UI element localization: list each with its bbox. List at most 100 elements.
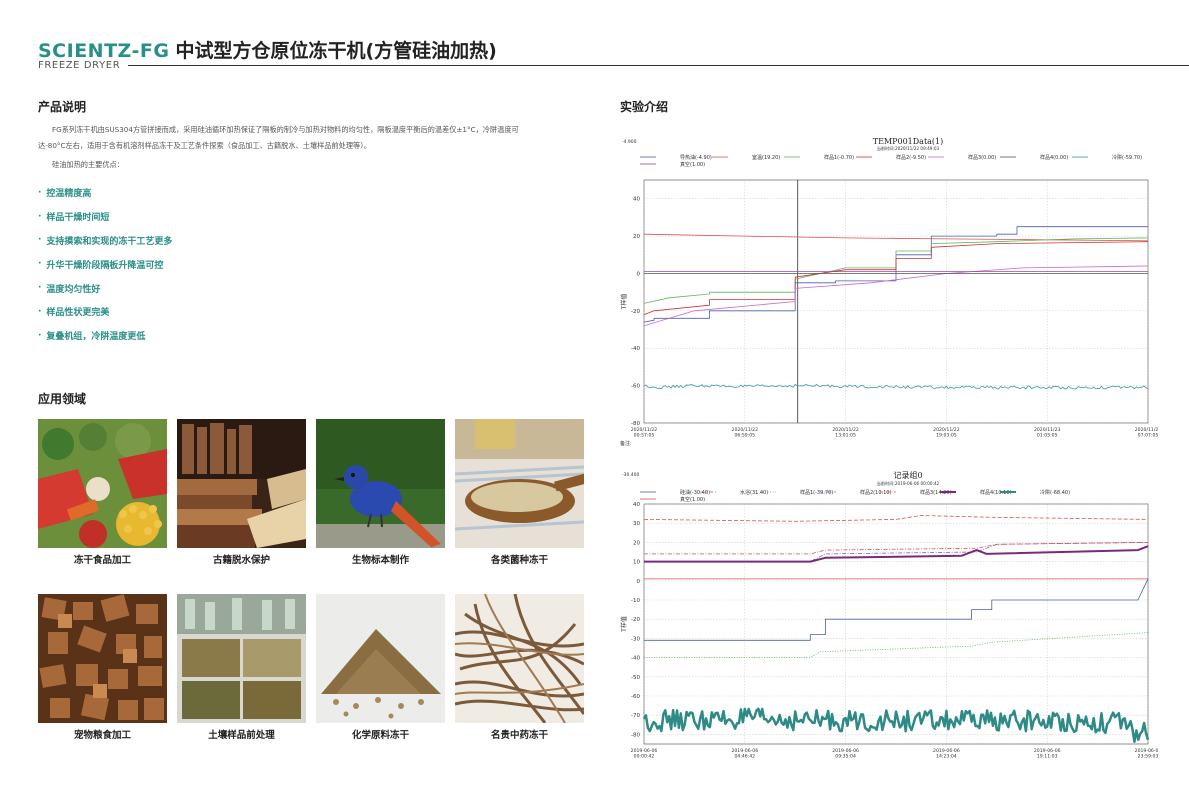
y-tick-label: -30 <box>631 636 640 642</box>
corner-label: -4.900 <box>622 139 637 145</box>
x-tick-label: 2020/11/23 <box>1135 427 1158 433</box>
x-tick-label: 23:59:03 <box>1138 754 1158 760</box>
y-tick-label: -70 <box>631 713 640 719</box>
series-line <box>644 632 1149 658</box>
x-tick-label: 2020/11/22 <box>933 427 960 433</box>
x-tick-label: 2019-06-06 <box>1135 748 1158 754</box>
application-tile-ancient-books: 古籍脱水保护 <box>177 419 306 566</box>
series-line <box>643 233 1149 242</box>
x-tick-label: 2019-06-06 <box>832 748 859 754</box>
application-tile-frozen-food: 冻干食品加工 <box>38 419 167 566</box>
y-tick-label: 0 <box>637 271 641 277</box>
herbal-roots-image <box>455 594 584 723</box>
legend-label: 室温(19.20) <box>752 154 780 161</box>
y-tick-label: -80 <box>631 421 640 427</box>
legend-label: 冷阱(-68.40) <box>1040 489 1070 496</box>
y-tick-label: -20 <box>631 309 640 315</box>
legend-label: 真空(1.00) <box>680 496 705 503</box>
feature-list: · 控温精度高 · 样品干燥时间短 · 支持摸索和实现的冻干工艺更多 · 升华干燥阶段隔… <box>38 181 172 348</box>
legend-label: 硅油(-30.40) <box>680 489 710 496</box>
application-tile-herbs: 名贵中药冻干 <box>455 594 584 741</box>
feature-item: · 复叠机组，冷阱温度更低 <box>38 330 146 343</box>
application-caption: 宠物粮食加工 <box>73 730 131 741</box>
feature-item: · 升华干燥阶段隔板升降温可控 <box>38 259 164 271</box>
x-tick-label: 2019-06-06 <box>1034 748 1061 754</box>
x-tick-label: 04:46:42 <box>734 754 755 760</box>
application-tile-biospecimen: 生物标本制作 <box>316 419 445 566</box>
y-axis-label: T样值 <box>620 616 628 633</box>
advantages-intro: 硅油加热的主要优点： <box>52 160 124 169</box>
series-line <box>643 384 1149 390</box>
product-paragraph-line1: FG系列冻干机由SUS304方管拼接而成，采用硅油循环加热保证了隔板的制冷与加热… <box>52 125 519 134</box>
legend-label: 冷阱(-59.70) <box>1112 154 1142 161</box>
x-tick-label: 2020/11/23 <box>1034 427 1061 433</box>
page-subtitle: FREEZE DRYER <box>38 60 121 71</box>
y-tick-label: -10 <box>631 598 640 604</box>
x-tick-label: 2019-06-06 <box>933 748 960 754</box>
bullet-icon: · <box>38 283 42 294</box>
x-tick-label: 19:11:03 <box>1037 754 1058 760</box>
application-caption: 化学原料冻干 <box>351 730 409 741</box>
application-caption: 名贵中药冻干 <box>490 730 548 741</box>
page-title: 中试型方仓原位冻干机(方管硅油加热) <box>175 40 497 62</box>
pet-food-image <box>38 594 167 723</box>
legend-label: 样品4(0.00) <box>1040 154 1068 161</box>
y-tick-label: -40 <box>631 656 640 662</box>
series-line <box>643 515 1149 522</box>
blue-bird-image <box>316 419 445 548</box>
soil-samples-image <box>177 594 306 723</box>
legend-label: 样品2(-9.50) <box>896 154 926 161</box>
y-tick-label: -80 <box>631 732 640 738</box>
y-tick-label: -60 <box>631 384 640 390</box>
application-tile-soil: 土壤样品前处理 <box>177 594 306 741</box>
y-tick-label: 20 <box>633 234 640 240</box>
x-tick-label: 14:23:04 <box>936 754 957 760</box>
page-header: SCIENTZ-FG 中试型方仓原位冻干机(方管硅油加热) FREEZE DRY… <box>38 36 1189 76</box>
x-tick-label: 2020/11/22 <box>631 427 658 433</box>
x-tick-label: 13:01:05 <box>835 433 856 439</box>
temp-chart-2: -30.400 记录组0 当前时间:2019-06-06 00:00:42 硅油(-3… <box>618 468 1158 768</box>
x-tick-label: 19:03:05 <box>936 433 957 439</box>
series-line <box>642 707 1150 744</box>
feature-item: · 样品性状更完美 <box>38 306 110 319</box>
bullet-icon: · <box>38 330 42 341</box>
application-tile-strains: 各类菌种冻干 <box>455 419 584 566</box>
legend-label: 样品3(0.00) <box>968 154 996 161</box>
application-caption: 古籍脱水保护 <box>212 555 270 566</box>
application-caption: 土壤样品前处理 <box>208 730 275 741</box>
footer-label: 备注: <box>620 440 632 447</box>
x-tick-label: 2020/11/22 <box>832 427 859 433</box>
chart-title: 记录组0 <box>893 470 922 480</box>
product-heading: 产品说明 <box>38 100 87 114</box>
x-tick-label: 07:07:05 <box>1138 433 1158 439</box>
feature-item: · 支持摸索和实现的冻干工艺更多 <box>38 235 173 247</box>
legend-label: 样品2(10.10) <box>860 489 891 496</box>
feature-item: · 控温精度高 <box>38 187 92 200</box>
x-tick-label: 00:57:05 <box>634 433 655 439</box>
feature-item: · 温度均匀性好 <box>38 283 101 295</box>
y-axis-label: T样值 <box>620 294 628 311</box>
header-divider <box>128 65 1189 66</box>
chart-subtitle: 当前时间:2019-06-06 00:00:42 <box>877 480 940 487</box>
spoon-powder-image <box>455 419 584 548</box>
x-tick-label: 2019-06-06 <box>631 748 658 754</box>
frozen-vegetables-image <box>38 419 167 548</box>
bullet-icon: · <box>38 306 42 317</box>
y-tick-label: 20 <box>633 540 640 546</box>
bullet-icon: · <box>38 187 42 198</box>
application-caption: 冻干食品加工 <box>73 555 131 566</box>
y-tick-label: 30 <box>633 521 640 527</box>
series-line <box>644 578 1149 641</box>
temp-chart-1: -4.900 TEMP001Data(1) 当前时间:2020/11/22 09:4… <box>618 135 1158 447</box>
product-paragraph-line2: 达-80°C左右，适用于含有机溶剂样品冻干及工艺条件探索（食品加工、古籍脱水、土… <box>38 141 372 150</box>
bullet-icon: · <box>38 235 42 246</box>
plot-frame <box>643 503 1149 745</box>
bullet-icon: · <box>38 259 42 270</box>
x-tick-label: 06:59:05 <box>734 433 755 439</box>
bullet-icon: · <box>38 211 42 222</box>
y-tick-label: 10 <box>633 560 640 566</box>
x-tick-label: 01:05:05 <box>1037 433 1058 439</box>
x-tick-label: 2020/11/22 <box>732 427 759 433</box>
ancient-books-image <box>177 419 306 548</box>
application-tile-chemicals: 化学原料冻干 <box>316 594 445 741</box>
